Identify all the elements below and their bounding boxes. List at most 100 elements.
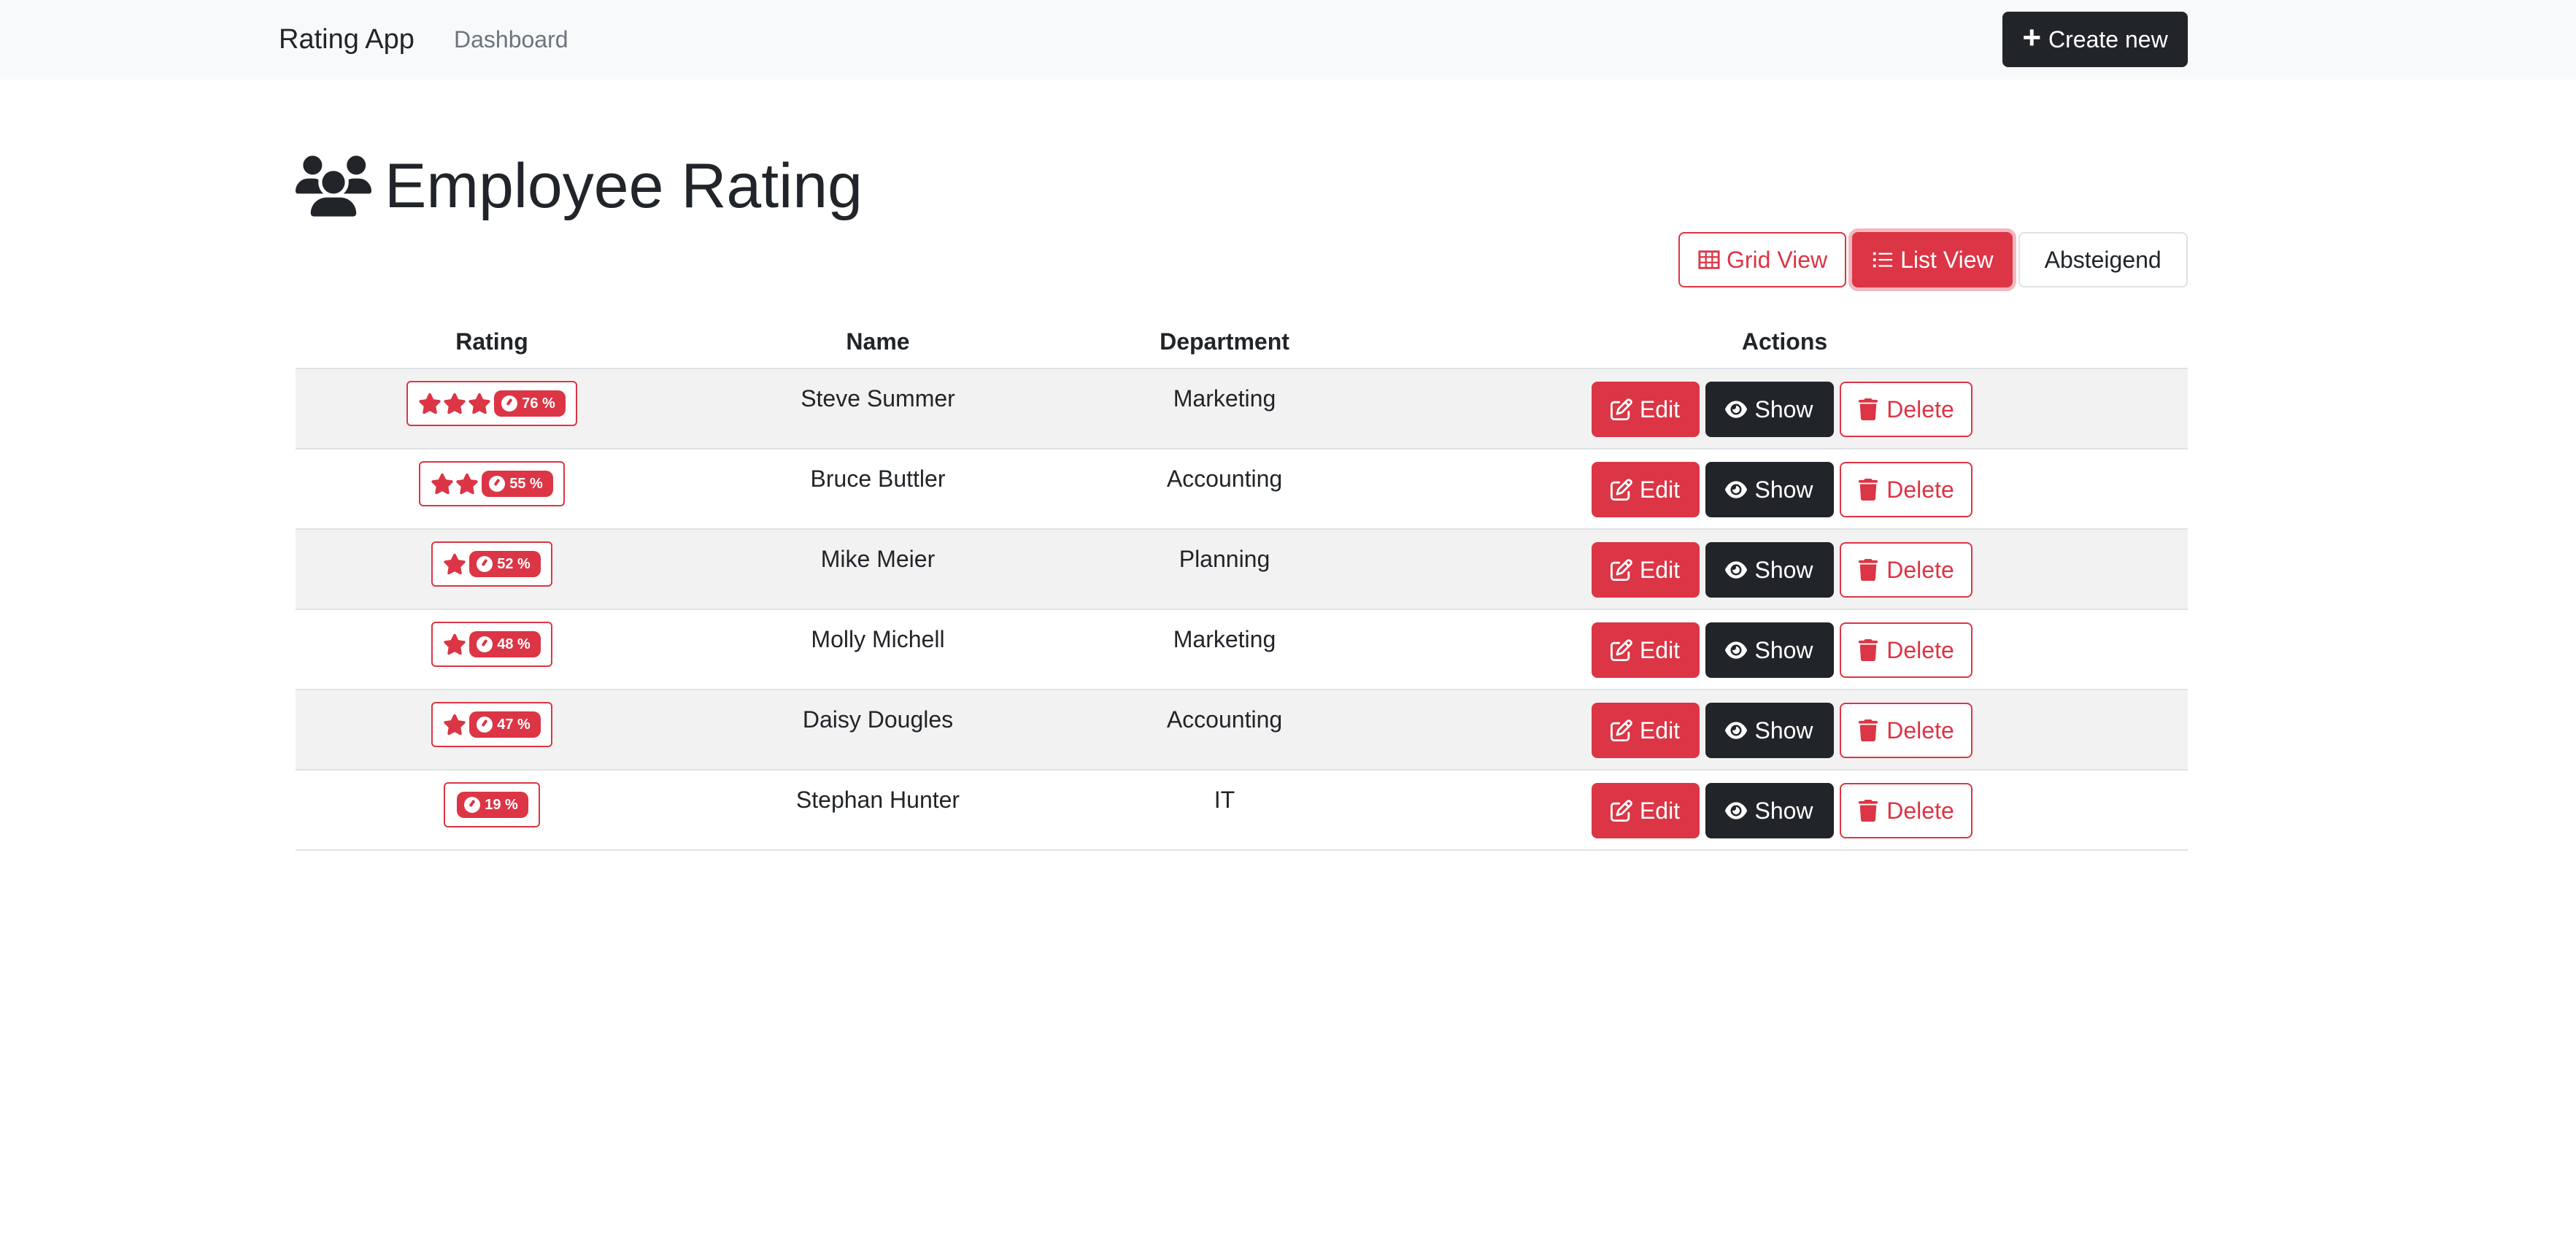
star-icon bbox=[419, 393, 441, 414]
department-cell: Marketing bbox=[1173, 626, 1276, 652]
percent-badge: 48 % bbox=[469, 631, 541, 657]
stars bbox=[443, 552, 466, 576]
trash-icon bbox=[1859, 398, 1878, 420]
delete-button[interactable]: Delete bbox=[1839, 382, 1973, 437]
actions-cell: Edit Show Delete bbox=[1381, 610, 2188, 678]
percent-label: 55 % bbox=[509, 475, 543, 492]
edit-button[interactable]: Edit bbox=[1591, 382, 1700, 437]
percent-badge: 76 % bbox=[494, 390, 566, 417]
rating-badge: 52 % bbox=[431, 541, 552, 587]
show-label: Show bbox=[1754, 395, 1813, 422]
delete-button[interactable]: Delete bbox=[1839, 703, 1973, 758]
nav-link-dashboard[interactable]: Dashboard bbox=[454, 23, 568, 55]
delete-button[interactable]: Delete bbox=[1839, 622, 1973, 678]
percent-label: 19 % bbox=[485, 796, 518, 813]
table-row: 47 % Daisy Dougles Accounting Edit Show … bbox=[296, 690, 2188, 771]
gauge-icon bbox=[477, 636, 493, 652]
list-view-label: List View bbox=[1900, 246, 1994, 273]
rating-badge: 76 % bbox=[406, 381, 577, 426]
sort-order-button[interactable]: Absteigend bbox=[2018, 232, 2188, 287]
delete-button[interactable]: Delete bbox=[1839, 462, 1973, 517]
edit-button[interactable]: Edit bbox=[1591, 542, 1700, 598]
eye-icon bbox=[1725, 722, 1748, 739]
delete-button[interactable]: Delete bbox=[1839, 542, 1973, 598]
show-button[interactable]: Show bbox=[1705, 462, 1834, 517]
sort-order-label: Absteigend bbox=[2044, 246, 2162, 273]
rating-badge: 48 % bbox=[431, 622, 552, 667]
name-cell: Daisy Dougles bbox=[802, 706, 954, 733]
brand-link[interactable]: Rating App bbox=[279, 20, 414, 58]
edit-icon bbox=[1610, 800, 1632, 822]
name-cell: Stephan Hunter bbox=[795, 787, 960, 813]
percent-label: 48 % bbox=[497, 636, 531, 652]
employee-table: Rating Name Department Actions 76 % Stev… bbox=[296, 315, 2188, 851]
rating-cell: 76 % bbox=[296, 369, 688, 426]
list-view-button[interactable]: List View bbox=[1852, 232, 2013, 287]
grid-view-button[interactable]: Grid View bbox=[1678, 232, 1847, 287]
show-button[interactable]: Show bbox=[1705, 542, 1834, 598]
eye-icon bbox=[1725, 561, 1748, 579]
edit-button[interactable]: Edit bbox=[1591, 783, 1700, 838]
stars bbox=[443, 713, 466, 736]
name-cell: Mike Meier bbox=[820, 546, 936, 572]
grid-icon bbox=[1698, 250, 1720, 269]
rating-cell: 55 % bbox=[296, 449, 688, 506]
plus-icon: + bbox=[2022, 20, 2042, 55]
rating-cell: 48 % bbox=[296, 610, 688, 667]
eye-icon bbox=[1725, 641, 1748, 659]
gauge-icon bbox=[477, 556, 493, 572]
gauge-icon bbox=[464, 797, 481, 813]
department-cell: Accounting bbox=[1166, 706, 1283, 733]
department-cell: IT bbox=[1214, 787, 1235, 813]
edit-button[interactable]: Edit bbox=[1591, 462, 1700, 517]
edit-icon bbox=[1610, 398, 1632, 420]
eye-icon bbox=[1725, 401, 1748, 418]
rating-cell: 52 % bbox=[296, 530, 688, 587]
stars bbox=[443, 633, 466, 656]
name-cell: Molly Michell bbox=[811, 626, 945, 652]
table-row: 19 % Stephan Hunter IT Edit Show Delete bbox=[296, 771, 2188, 851]
edit-label: Edit bbox=[1639, 797, 1681, 824]
trash-icon bbox=[1859, 719, 1878, 741]
actions-cell: Edit Show Delete bbox=[1381, 771, 2188, 838]
trash-icon bbox=[1859, 800, 1878, 822]
rating-badge: 55 % bbox=[419, 461, 565, 506]
edit-icon bbox=[1610, 479, 1632, 501]
percent-label: 52 % bbox=[497, 555, 531, 572]
gauge-icon bbox=[489, 476, 506, 492]
actions-cell: Edit Show Delete bbox=[1381, 530, 2188, 598]
delete-label: Delete bbox=[1886, 717, 1954, 744]
star-icon bbox=[444, 633, 466, 655]
actions-cell: Edit Show Delete bbox=[1381, 690, 2188, 758]
table-row: 52 % Mike Meier Planning Edit Show Delet… bbox=[296, 530, 2188, 610]
eye-icon bbox=[1725, 481, 1748, 498]
name-cell: Bruce Buttler bbox=[810, 466, 946, 492]
actions-cell: Edit Show Delete bbox=[1381, 369, 2188, 437]
delete-button[interactable]: Delete bbox=[1839, 783, 1973, 838]
edit-button[interactable]: Edit bbox=[1591, 703, 1700, 758]
department-cell: Planning bbox=[1179, 546, 1270, 572]
show-button[interactable]: Show bbox=[1705, 783, 1834, 838]
edit-icon bbox=[1610, 639, 1632, 661]
edit-label: Edit bbox=[1639, 717, 1681, 744]
table-row: 76 % Steve Summer Marketing Edit Show De… bbox=[296, 369, 2188, 449]
percent-badge: 47 % bbox=[469, 711, 541, 738]
rating-cell: 47 % bbox=[296, 690, 688, 747]
edit-button[interactable]: Edit bbox=[1591, 622, 1700, 678]
page-heading: Employee Rating bbox=[296, 150, 863, 223]
star-icon bbox=[444, 393, 466, 414]
gauge-icon bbox=[501, 395, 518, 412]
list-icon bbox=[1873, 252, 1893, 268]
star-icon bbox=[444, 714, 466, 736]
show-button[interactable]: Show bbox=[1705, 703, 1834, 758]
create-new-button[interactable]: + Create new bbox=[2002, 12, 2188, 67]
view-controls: Grid View List View Absteigend bbox=[1678, 232, 2188, 287]
header-actions: Actions bbox=[1741, 328, 1828, 355]
table-header: Rating Name Department Actions bbox=[296, 315, 2188, 369]
department-cell: Accounting bbox=[1166, 466, 1283, 492]
show-button[interactable]: Show bbox=[1705, 382, 1834, 437]
percent-label: 76 % bbox=[522, 395, 555, 412]
show-button[interactable]: Show bbox=[1705, 622, 1834, 678]
edit-label: Edit bbox=[1639, 476, 1681, 503]
users-icon bbox=[296, 155, 371, 217]
